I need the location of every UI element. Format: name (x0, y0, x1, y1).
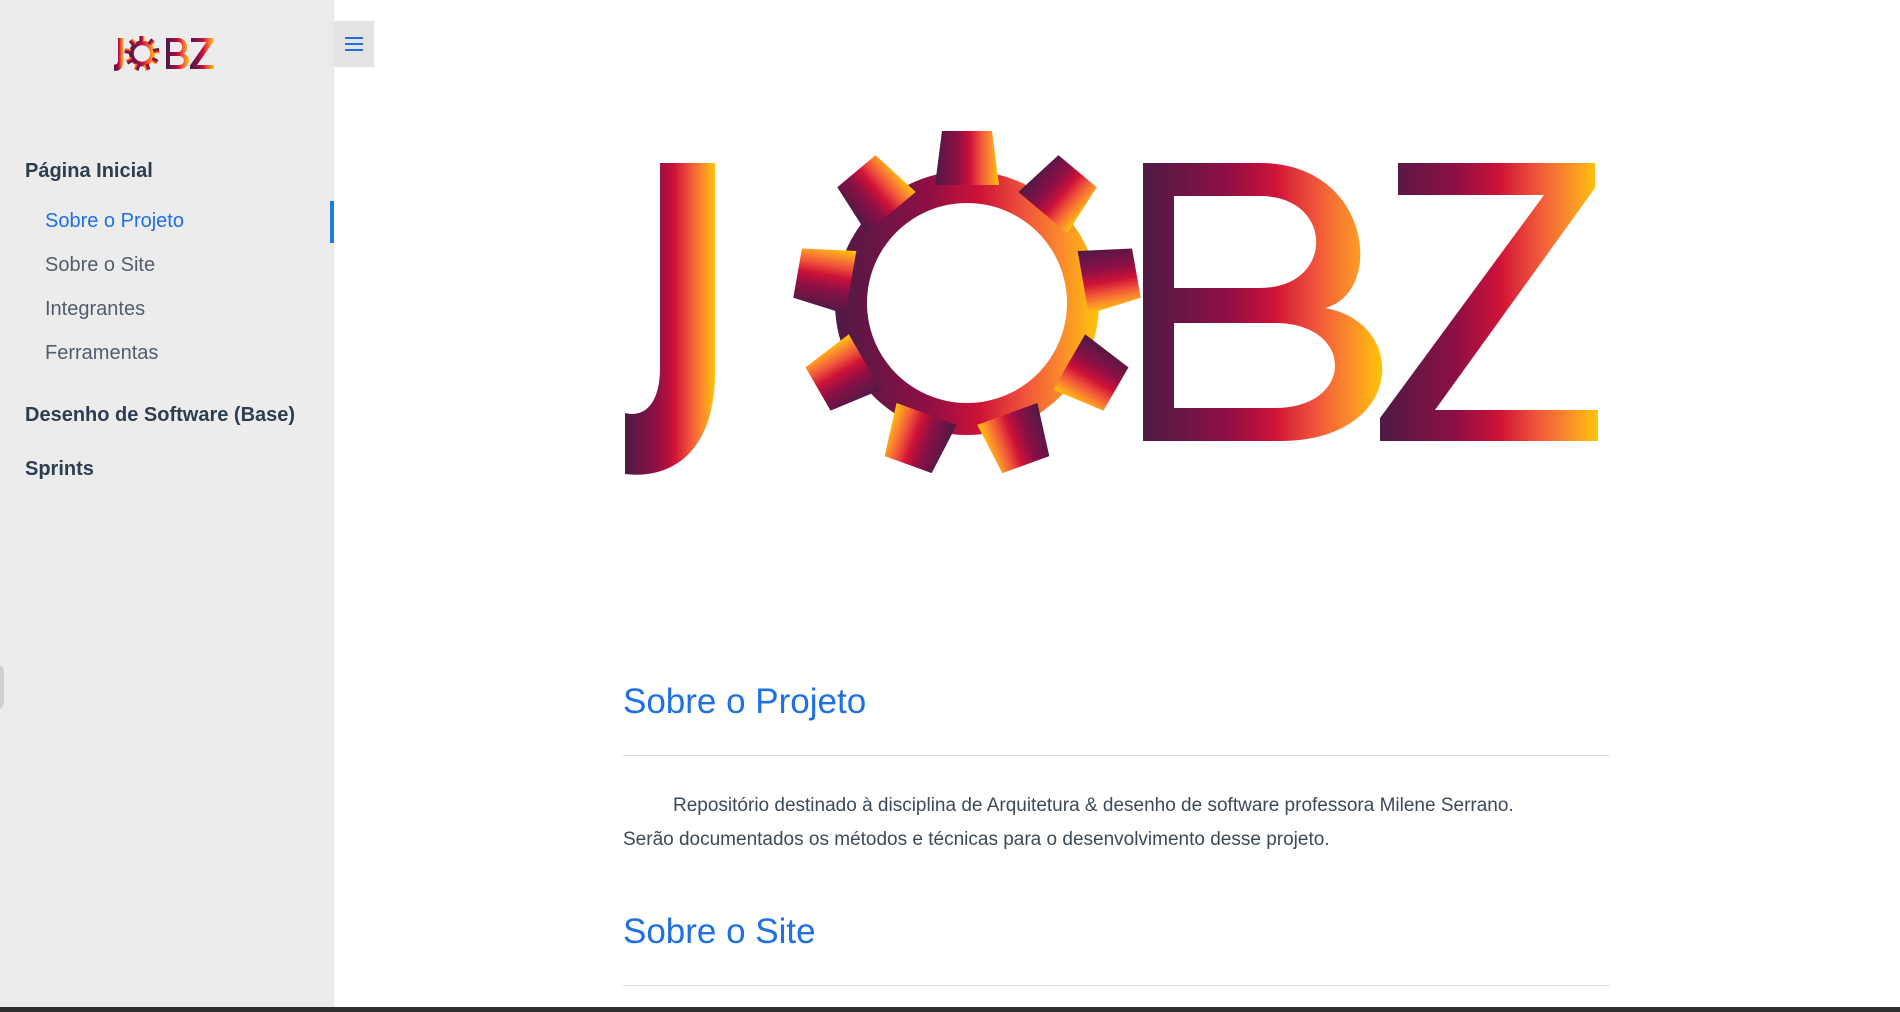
paragraph-line-2: Serão documentados os métodos e técnicas… (623, 829, 1330, 850)
sidebar-logo[interactable] (114, 34, 214, 74)
section-divider (623, 985, 1610, 986)
section-title-sobre-o-projeto[interactable]: Sobre o Projeto (623, 682, 866, 722)
section-title-sobre-o-site[interactable]: Sobre o Site (623, 912, 816, 952)
bottom-bar (0, 1007, 1900, 1012)
nav-group-desenho-de-software[interactable]: Desenho de Software (Base) (0, 399, 334, 431)
hamburger-icon-line (345, 43, 363, 45)
nav-item-sobre-o-projeto[interactable]: Sobre o Projeto (0, 199, 334, 243)
hero-logo (620, 128, 1620, 488)
paragraph-line-1: Repositório destinado à disciplina de Ar… (673, 795, 1514, 816)
sidebar: Página Inicial Sobre o Projeto Sobre o S… (0, 0, 334, 1012)
nav-group-sprints[interactable]: Sprints (0, 453, 334, 485)
sidebar-toggle-button[interactable] (334, 21, 374, 67)
nav-item-integrantes[interactable]: Integrantes (0, 287, 334, 331)
nav-item-ferramentas[interactable]: Ferramentas (0, 331, 334, 375)
nav-item-sobre-o-site[interactable]: Sobre o Site (0, 243, 334, 287)
nav-group-pagina-inicial[interactable]: Página Inicial (0, 155, 334, 187)
sidebar-nav: Página Inicial Sobre o Projeto Sobre o S… (0, 155, 334, 485)
section-paragraph: Repositório destinado à disciplina de Ar… (623, 789, 1610, 857)
edge-handle (0, 665, 4, 709)
hamburger-icon-line (345, 37, 363, 39)
section-divider (623, 755, 1610, 756)
hamburger-icon-line (345, 49, 363, 51)
